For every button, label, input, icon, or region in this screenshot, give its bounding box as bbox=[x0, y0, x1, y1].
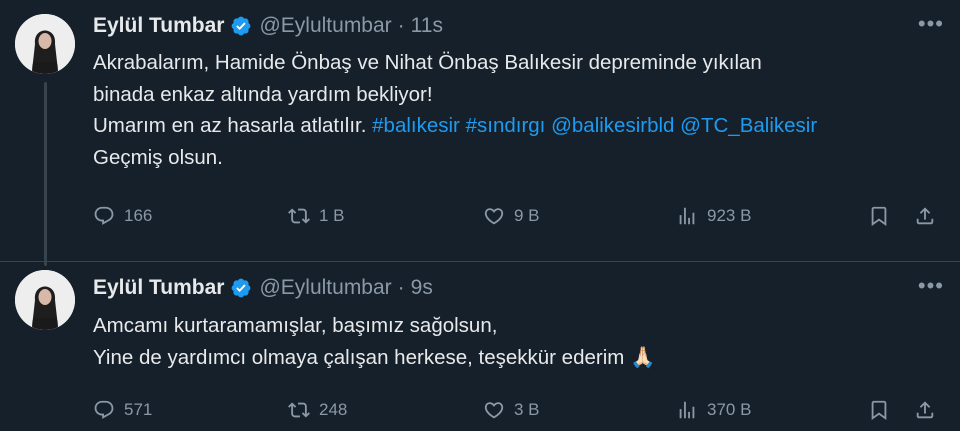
bookmark-button[interactable] bbox=[868, 205, 890, 227]
views-icon bbox=[679, 401, 695, 419]
mention-link[interactable]: @TC_Balikesir bbox=[680, 114, 817, 137]
tweet-text: Amcamı kurtaramamışlar, başımız sağolsun… bbox=[93, 310, 656, 373]
author-handle[interactable]: @Eylultumbar bbox=[259, 14, 391, 38]
pray-emoji: 🙏🏻 bbox=[630, 345, 656, 369]
timestamp[interactable]: 11s bbox=[411, 14, 443, 38]
reply-button[interactable]: 166 bbox=[93, 205, 152, 227]
reply-count: 571 bbox=[124, 400, 153, 419]
views-button[interactable]: 923 B bbox=[676, 205, 751, 227]
bookmark-icon bbox=[871, 206, 887, 227]
separator-dot: · bbox=[397, 14, 405, 37]
more-icon[interactable]: ••• bbox=[918, 13, 944, 35]
share-button[interactable] bbox=[914, 205, 936, 227]
bookmark-button[interactable] bbox=[868, 399, 890, 421]
avatar[interactable] bbox=[15, 270, 75, 330]
views-icon bbox=[679, 207, 695, 225]
action-bar: 166 1 B 9 B 923 B bbox=[93, 202, 946, 230]
verified-badge-icon bbox=[232, 278, 251, 298]
like-button[interactable]: 3 B bbox=[483, 399, 540, 421]
reply-icon bbox=[94, 400, 114, 419]
share-icon bbox=[916, 401, 934, 419]
reply-count: 166 bbox=[124, 206, 153, 225]
timestamp[interactable]: 9s bbox=[411, 276, 433, 300]
avatar-photo bbox=[15, 14, 75, 74]
tweet-text: Akrabalarım, Hamide Önbaş ve Nihat Önbaş… bbox=[93, 47, 817, 173]
thread-line bbox=[44, 82, 47, 266]
verified-badge-icon bbox=[232, 16, 251, 36]
retweet-icon bbox=[288, 402, 310, 418]
author-name[interactable]: Eylül Tumbar bbox=[93, 276, 224, 300]
tweet-line-text: Yine de yardımcı olmaya çalışan herkese,… bbox=[93, 345, 625, 369]
tweet-line: binada enkaz altında yardım bekliyor! bbox=[93, 82, 433, 106]
tweet-1[interactable]: Eylül Tumbar @Eylultumbar · 11s ••• Akra… bbox=[0, 0, 960, 266]
tweet-line-text: Umarım en az hasarla atlatılır. bbox=[93, 114, 367, 137]
tweet-header: Eylül Tumbar @Eylultumbar · 11s bbox=[93, 11, 443, 41]
like-icon bbox=[484, 402, 504, 419]
share-icon bbox=[916, 207, 934, 225]
bookmark-icon bbox=[871, 400, 887, 421]
retweet-button[interactable]: 1 B bbox=[288, 205, 345, 227]
action-bar: 571 248 3 B 370 B bbox=[93, 396, 946, 424]
more-icon[interactable]: ••• bbox=[918, 275, 944, 297]
author-handle[interactable]: @Eylultumbar bbox=[259, 276, 391, 300]
hashtag-link[interactable]: #balıkesir bbox=[372, 114, 460, 137]
retweet-button[interactable]: 248 bbox=[288, 399, 347, 421]
tweet-line: Akrabalarım, Hamide Önbaş ve Nihat Önbaş… bbox=[93, 51, 762, 74]
tweet-line: Amcamı kurtaramamışlar, başımız sağolsun… bbox=[93, 314, 498, 337]
tweet-2[interactable]: Eylül Tumbar @Eylultumbar · 9s ••• Amcam… bbox=[0, 262, 960, 431]
hashtag-link[interactable]: #sındırgı bbox=[466, 114, 546, 137]
mention-link[interactable]: @balikesirbld bbox=[551, 114, 674, 137]
tweet-header: Eylül Tumbar @Eylultumbar · 9s bbox=[93, 273, 433, 303]
avatar[interactable] bbox=[15, 14, 75, 74]
author-name[interactable]: Eylül Tumbar bbox=[93, 14, 224, 38]
tweet-line: Geçmiş olsun. bbox=[93, 145, 223, 169]
reply-button[interactable]: 571 bbox=[93, 399, 152, 421]
views-count: 923 B bbox=[707, 206, 752, 225]
like-count: 9 B bbox=[514, 206, 540, 225]
retweet-icon bbox=[288, 208, 310, 224]
tweet-line: Umarım en az hasarla atlatılır. #balıkes… bbox=[93, 110, 817, 142]
share-button[interactable] bbox=[914, 399, 936, 421]
like-button[interactable]: 9 B bbox=[483, 205, 540, 227]
views-count: 370 B bbox=[707, 400, 752, 419]
separator-dot: · bbox=[397, 276, 405, 299]
views-button[interactable]: 370 B bbox=[676, 399, 751, 421]
retweet-count: 248 bbox=[319, 400, 348, 419]
reply-icon bbox=[94, 206, 114, 225]
retweet-count: 1 B bbox=[319, 206, 345, 225]
like-count: 3 B bbox=[514, 400, 540, 419]
tweet-line: Yine de yardımcı olmaya çalışan herkese,… bbox=[93, 342, 656, 374]
like-icon bbox=[484, 208, 504, 225]
avatar-photo bbox=[15, 270, 75, 330]
